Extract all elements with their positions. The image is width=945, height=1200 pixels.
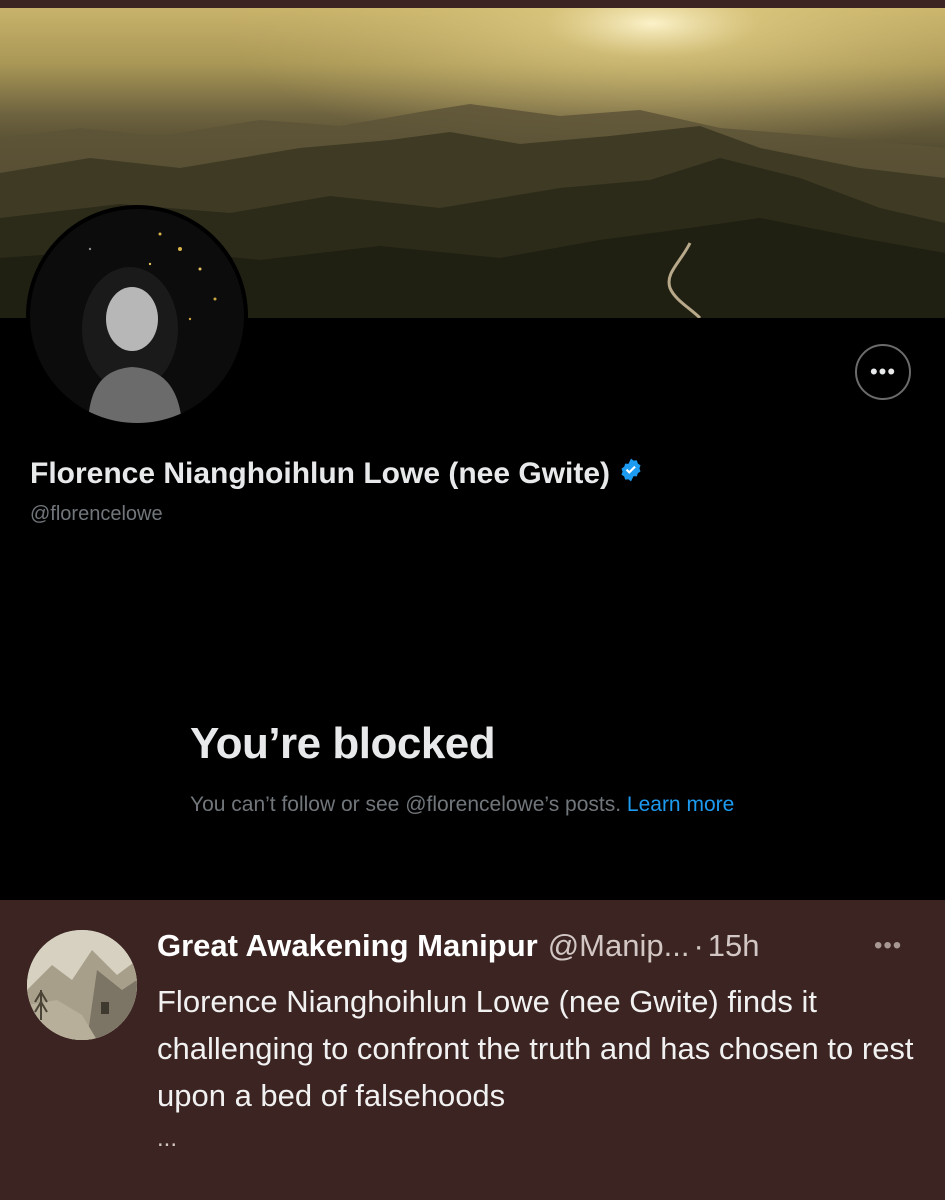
blocked-title: You’re blocked [190,719,496,768]
avatar-portrait [30,209,244,423]
tweet[interactable]: Great Awakening Manipur @Manip... · 15h … [0,900,945,1200]
blocked-message-text: You can’t follow or see @florencelowe’s … [190,793,622,816]
verified-badge-icon[interactable] [618,457,644,491]
top-strip [0,0,945,8]
more-options-icon: ••• [869,359,897,384]
profile-handle: @florencelowe [30,503,163,525]
tweet-header: Great Awakening Manipur @Manip... · 15h [157,928,760,964]
profile-avatar[interactable] [26,205,248,427]
learn-more-link[interactable]: Learn more [627,793,734,816]
tweet-author-handle[interactable]: @Manip... [548,928,690,964]
blocked-message: You can’t follow or see @florencelowe’s … [190,789,790,820]
tweet-separator: · [693,928,704,963]
landscape-sketch-avatar [27,930,137,1040]
tweet-timestamp[interactable]: 15h [708,928,760,964]
tweet-truncation-ellipsis[interactable]: ... [157,1125,177,1153]
tweet-author-name[interactable]: Great Awakening Manipur [157,928,538,964]
tweet-author-avatar[interactable] [27,930,137,1040]
profile-display-name: Florence Nianghoihlun Lowe (nee Gwite) [30,457,644,491]
profile-card: ••• Florence Nianghoihlun Lowe (nee Gwit… [0,8,945,900]
more-options-button[interactable]: ••• [855,344,911,400]
display-name-text: Florence Nianghoihlun Lowe (nee Gwite) [30,457,611,490]
tweet-more-options-icon[interactable]: ••• [874,932,902,960]
tweet-text: Florence Nianghoihlun Lowe (nee Gwite) f… [157,984,914,1113]
